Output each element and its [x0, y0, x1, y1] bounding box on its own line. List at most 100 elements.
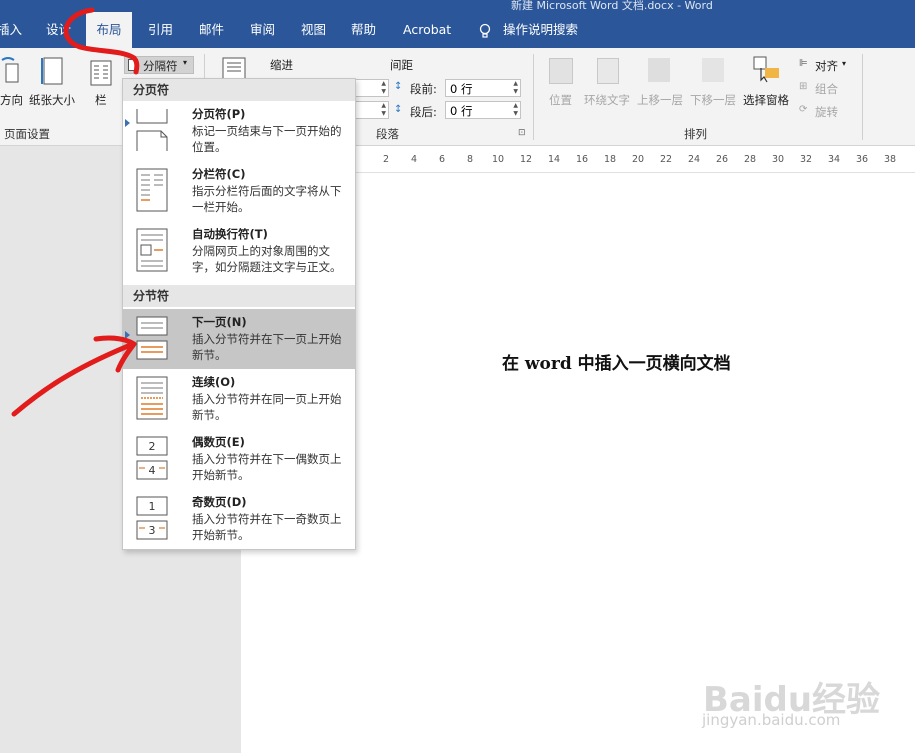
tab-design[interactable]: 设计: [46, 12, 71, 48]
ruler-tick: 2: [383, 154, 390, 165]
text-wrapping-break-icon: [136, 228, 168, 272]
spacing-before-input[interactable]: 0 行 ▲ ▼: [445, 79, 521, 97]
spacing-before-label: 段前:: [410, 82, 437, 96]
menu-item-desc: 插入分节符并在下一页上开始新节。: [192, 332, 342, 362]
selection-pane-button[interactable]: 选择窗格: [743, 92, 789, 108]
menu-item-odd-page[interactable]: 13 奇数页(D) 插入分节符并在下一奇数页上开始新节。: [123, 489, 355, 547]
spacing-after-input[interactable]: 0 行 ▲ ▼: [445, 101, 521, 119]
send-backward-button[interactable]: 下移一层: [690, 92, 736, 108]
ruler-tick: 26: [716, 154, 729, 165]
odd-page-icon: 13: [136, 496, 168, 540]
breaks-dropdown-menu: 分页符 分页符(P) 标记一页结束与下一页开始的位置。 分栏符(C) 指示分栏符…: [122, 78, 356, 550]
tab-mailings[interactable]: 邮件: [199, 12, 224, 48]
group-objects-icon: ⊞: [799, 81, 808, 92]
menu-item-column-break[interactable]: 分栏符(C) 指示分栏符后面的文字将从下一栏开始。: [123, 161, 355, 219]
page-break-icon: [136, 109, 168, 151]
group-objects-button[interactable]: 组合: [815, 81, 838, 97]
paper-size-icon: [40, 56, 66, 86]
spacing-after-icon: ↕: [394, 104, 403, 115]
even-page-icon: 24: [136, 436, 168, 480]
menu-item-even-page[interactable]: 24 偶数页(E) 插入分节符并在下一偶数页上开始新节。: [123, 429, 355, 487]
wrap-text-icon: [597, 58, 619, 84]
spacing-after-label: 段后:: [410, 105, 437, 119]
bring-forward-icon: [648, 58, 670, 82]
title-bar: 新建 Microsoft Word 文档.docx - Word: [0, 0, 915, 12]
menu-item-title: 自动换行符(T): [192, 227, 268, 241]
ruler-tick: 10: [492, 154, 505, 165]
pointer-icon: [125, 331, 130, 339]
next-page-icon: [136, 316, 168, 360]
menu-item-title: 偶数页(E): [192, 435, 245, 449]
tell-me-search[interactable]: 操作说明搜索: [503, 12, 578, 48]
ruler-tick: 16: [576, 154, 589, 165]
selection-pane-icon: [753, 56, 781, 84]
ruler-tick: 30: [772, 154, 785, 165]
align-button[interactable]: 对齐: [815, 58, 838, 74]
menu-item-desc: 标记一页结束与下一页开始的位置。: [192, 124, 342, 154]
rotate-button[interactable]: 旋转: [815, 104, 838, 120]
tab-acrobat[interactable]: Acrobat: [403, 12, 451, 48]
spacing-before-value: 0 行: [450, 82, 473, 96]
ruler-tick: 4: [411, 154, 418, 165]
bring-forward-button[interactable]: 上移一层: [637, 92, 683, 108]
ruler-tick: 28: [744, 154, 757, 165]
menu-item-next-page[interactable]: 下一页(N) 插入分节符并在下一页上开始新节。: [123, 309, 355, 369]
ruler-tick: 38: [884, 154, 897, 165]
ruler-tick: 8: [467, 154, 474, 165]
ruler-tick: 32: [800, 154, 813, 165]
ruler-tick: 34: [828, 154, 841, 165]
menu-item-title: 分栏符(C): [192, 167, 246, 181]
section-breaks-header: 分节符: [123, 285, 355, 307]
columns-icon: [90, 60, 112, 86]
page-setup-group-label: 页面设置: [4, 127, 50, 141]
arrange-group-label: 排列: [684, 127, 707, 141]
paper-size-button[interactable]: 纸张大小: [29, 92, 75, 108]
orientation-icon: [0, 56, 20, 84]
ruler-tick: 36: [856, 154, 869, 165]
ruler-tick: 14: [548, 154, 561, 165]
svg-text:4: 4: [149, 464, 156, 477]
indent-label: 缩进: [270, 58, 293, 72]
continuous-icon: [136, 376, 168, 420]
tab-help[interactable]: 帮助: [351, 12, 376, 48]
tab-review[interactable]: 审阅: [250, 12, 275, 48]
document-body-text[interactable]: 在 word 中插入一页横向文档: [502, 349, 731, 374]
indent-left-input[interactable]: ▲ ▼: [355, 79, 389, 97]
position-button[interactable]: 位置: [549, 92, 572, 108]
tab-insert[interactable]: 插入: [0, 12, 22, 48]
svg-text:1: 1: [149, 500, 156, 513]
ruler-tick: 22: [660, 154, 673, 165]
rotate-icon: ⟳: [799, 104, 808, 115]
send-backward-icon: [702, 58, 724, 82]
menu-item-page-break[interactable]: 分页符(P) 标记一页结束与下一页开始的位置。: [123, 101, 355, 159]
orientation-button[interactable]: 方向: [0, 92, 23, 108]
columns-button[interactable]: 栏: [95, 92, 107, 108]
ruler-tick: 6: [439, 154, 446, 165]
wrap-text-button[interactable]: 环绕文字: [584, 92, 630, 108]
menu-item-desc: 分隔网页上的对象周围的文字，如分隔题注文字与正文。: [192, 244, 342, 274]
indent-right-input[interactable]: ▲ ▼: [355, 101, 389, 119]
ribbon-tabs: 插入 设计 布局 引用 邮件 审阅 视图 帮助 Acrobat 操作说明搜索: [0, 12, 915, 48]
tab-references[interactable]: 引用: [148, 12, 173, 48]
menu-item-desc: 插入分节符并在同一页上开始新节。: [192, 392, 342, 422]
breaks-icon: [128, 59, 138, 71]
menu-item-desc: 指示分栏符后面的文字将从下一栏开始。: [192, 184, 342, 214]
svg-text:3: 3: [149, 524, 156, 537]
pointer-icon: [125, 119, 130, 127]
page-breaks-header: 分页符: [123, 79, 355, 101]
ruler-tick: 20: [632, 154, 645, 165]
menu-item-desc: 插入分节符并在下一偶数页上开始新节。: [192, 452, 342, 482]
tab-layout[interactable]: 布局: [86, 12, 132, 48]
horizontal-ruler[interactable]: 2 4 6 8 10 12 14 16 18 20 22 24 26 28 30…: [355, 146, 915, 173]
menu-item-continuous[interactable]: 连续(O) 插入分节符并在同一页上开始新节。: [123, 369, 355, 427]
menu-item-desc: 插入分节符并在下一奇数页上开始新节。: [192, 512, 342, 542]
tab-view[interactable]: 视图: [301, 12, 326, 48]
menu-item-text-wrapping-break[interactable]: 自动换行符(T) 分隔网页上的对象周围的文字，如分隔题注文字与正文。: [123, 221, 355, 279]
breaks-button[interactable]: 分隔符 ▾: [124, 56, 194, 74]
spacing-after-value: 0 行: [450, 104, 473, 118]
menu-item-title: 下一页(N): [192, 315, 247, 329]
svg-text:2: 2: [149, 440, 156, 453]
position-icon: [549, 58, 573, 84]
lightbulb-icon: [478, 12, 492, 48]
dialog-launcher-icon[interactable]: ⊡: [518, 128, 526, 138]
